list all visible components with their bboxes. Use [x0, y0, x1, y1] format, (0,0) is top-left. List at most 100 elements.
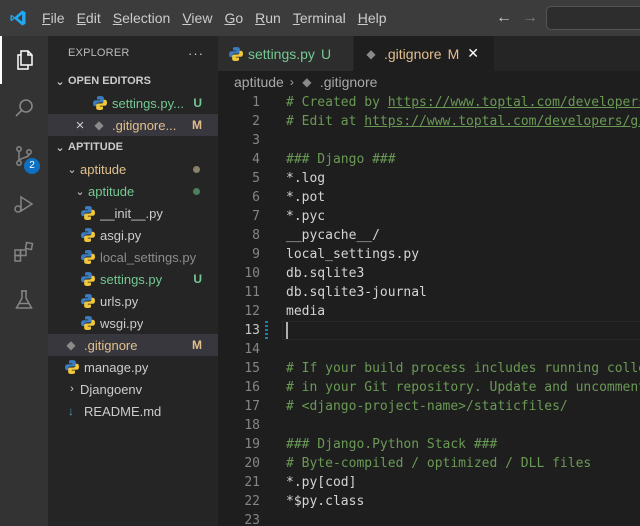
code-text: # in your Git repository. Update and unc… — [286, 378, 640, 397]
tree-item[interactable]: manage.py — [48, 356, 218, 378]
gitignore-file-icon: ◆ — [66, 338, 76, 352]
breadcrumb-folder[interactable]: aptitude — [234, 74, 284, 90]
back-arrow-icon[interactable]: ← — [496, 9, 512, 27]
code-line: 18 — [218, 416, 640, 435]
line-number: 11 — [244, 285, 260, 300]
menu-item[interactable]: Go — [218, 0, 249, 36]
source-control-icon[interactable]: 2 — [0, 132, 48, 180]
tree-item[interactable]: asgi.py — [48, 224, 218, 246]
menu-label-rest: elp — [367, 10, 387, 26]
tab-gitignore[interactable]: ◆ .gitignore M ✕ — [354, 36, 494, 71]
menu-item[interactable]: View — [176, 0, 218, 36]
code-text: ### Django.Python Stack ### — [286, 435, 497, 454]
activity-bar: 2 — [0, 36, 48, 526]
menu-item[interactable]: Edit — [71, 0, 107, 36]
code-token: ### Django ### — [286, 152, 396, 167]
breadcrumb-file[interactable]: .gitignore — [320, 74, 378, 90]
line-number: 3 — [252, 133, 260, 148]
code-text: *.pot — [286, 188, 325, 207]
tree-item-label: urls.py — [100, 293, 139, 309]
code-text: *.pyc — [286, 207, 325, 226]
menu-label-rest: dit — [85, 10, 101, 26]
code-line: 1 # Created by https://www.toptal.com/dev… — [218, 93, 640, 112]
menu-mnemonic: F — [42, 10, 51, 26]
line-number: 12 — [244, 304, 260, 319]
tree-item[interactable]: local_settings.py — [48, 246, 218, 268]
tree-item[interactable]: ⌄ aptitude — [48, 158, 218, 180]
tree-item[interactable]: __init__.py — [48, 202, 218, 224]
tree-item[interactable]: urls.py — [48, 290, 218, 312]
code-text: db.sqlite3-journal — [286, 283, 427, 302]
menu-mnemonic: S — [112, 10, 123, 26]
tree-item-label: aptitude — [88, 183, 135, 199]
line-number: 7 — [252, 209, 260, 224]
code-token: *$py.class — [286, 494, 365, 509]
markdown-file-icon: ↓ — [68, 404, 74, 418]
gitignore-file-icon: ◆ — [302, 75, 312, 89]
code-line: 17 # <django-project-name>/staticfiles/ — [218, 397, 640, 416]
code-line: 6 *.pot — [218, 188, 640, 207]
chevron-down-icon: ⌄ — [55, 141, 65, 154]
menu-item[interactable]: Terminal — [287, 0, 352, 36]
testing-flask-icon[interactable] — [0, 276, 48, 324]
menu-item[interactable]: Run — [249, 0, 287, 36]
menu-item[interactable]: File — [36, 0, 71, 36]
close-editor-icon[interactable]: × — [72, 117, 88, 134]
command-center-search[interactable] — [546, 6, 640, 30]
tree-item[interactable]: settings.py U — [48, 268, 218, 290]
code-line: 11 db.sqlite3-journal — [218, 283, 640, 302]
more-actions-icon[interactable]: ··· — [188, 46, 204, 61]
close-tab-icon[interactable]: ✕ — [467, 45, 479, 62]
tree-item-label: manage.py — [84, 359, 149, 375]
forward-arrow-icon[interactable]: → — [522, 9, 538, 27]
tree-item-label: asgi.py — [100, 227, 142, 243]
code-token: https://www.toptal.com/developers/gi — [364, 114, 640, 129]
code-token: # Edit at — [286, 114, 365, 129]
open-editors-section[interactable]: ⌄ OPEN EDITORS — [48, 70, 218, 92]
open-editor-item[interactable]: × ◆ .gitignore... M — [48, 114, 218, 136]
gitignore-file-icon: ◆ — [94, 118, 104, 132]
code-token: # Created by — [286, 95, 388, 110]
tree-item-label: aptitude — [80, 161, 127, 177]
tree-item[interactable]: › Djangoenv — [48, 378, 218, 400]
code-token: # Byte-compiled / optimized / DLL files — [286, 456, 592, 471]
code-line: 9 local_settings.py — [218, 245, 640, 264]
code-text: media — [286, 302, 325, 321]
menu-label-rest: o — [235, 10, 244, 26]
code-editor[interactable]: 1 # Created by https://www.toptal.com/dev… — [218, 93, 640, 526]
menu-mnemonic: G — [224, 10, 236, 26]
search-icon[interactable] — [0, 84, 48, 132]
run-debug-icon[interactable] — [0, 180, 48, 228]
breadcrumb: aptitude › ◆ .gitignore — [218, 71, 640, 93]
line-number: 9 — [252, 247, 260, 262]
code-line: 3 — [218, 131, 640, 150]
line-number: 15 — [244, 361, 260, 376]
code-token: __pycache__/ — [286, 228, 380, 243]
code-token: # <django-project-name>/staticfiles/ — [286, 399, 568, 414]
code-line: 2 # Edit at https://www.toptal.com/develo… — [218, 112, 640, 131]
tree-item-label: README.md — [84, 403, 162, 419]
menu-mnemonic: T — [292, 10, 300, 26]
tree-item[interactable]: wsgi.py — [48, 312, 218, 334]
menu-item[interactable]: Selection — [107, 0, 177, 36]
tree-item[interactable]: ⌄ aptitude — [48, 180, 218, 202]
workspace-section[interactable]: ⌄ APTITUDE — [48, 136, 218, 158]
tab-label: settings.py — [248, 45, 315, 62]
python-file-icon — [80, 227, 96, 243]
open-editor-item[interactable]: settings.py... U — [48, 92, 218, 114]
code-text: *.log — [286, 169, 325, 188]
chevron-down-icon: ⌄ — [55, 75, 65, 88]
code-line: 15 # If your build process includes runni… — [218, 359, 640, 378]
tree-item[interactable]: ↓ README.md — [48, 400, 218, 422]
tab-settings-py[interactable]: settings.py U — [218, 36, 354, 71]
explorer-files-icon[interactable] — [0, 36, 48, 84]
python-file-icon — [80, 249, 96, 265]
code-token: ### Django.Python Stack ### — [286, 437, 498, 452]
menu-item[interactable]: Help — [352, 0, 393, 36]
code-text: local_settings.py — [286, 245, 419, 264]
python-file-icon — [80, 293, 96, 309]
extensions-icon[interactable] — [0, 228, 48, 276]
vscode-logo-icon — [0, 0, 36, 36]
tree-item[interactable]: ◆ .gitignore M — [48, 334, 218, 356]
tree-item-label: .gitignore — [84, 337, 138, 353]
